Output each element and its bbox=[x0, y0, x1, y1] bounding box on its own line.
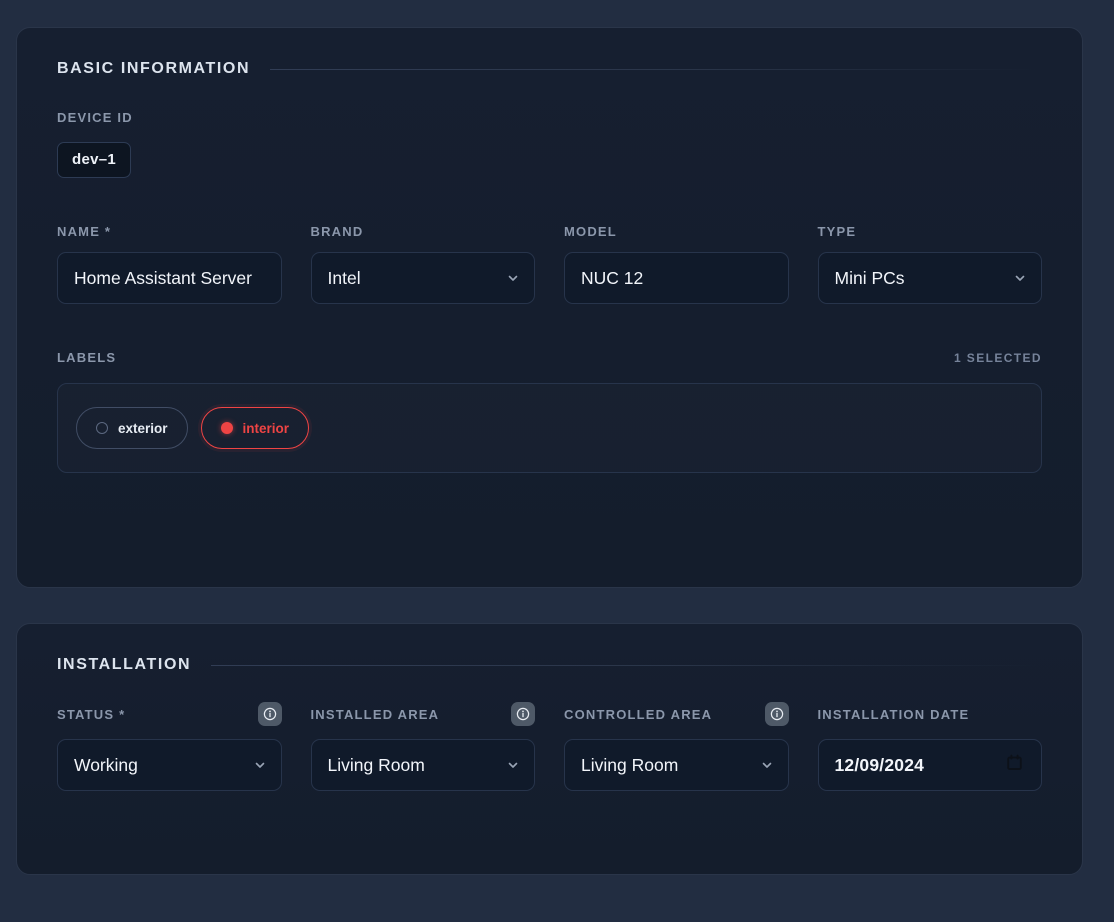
status-label: STATUS * bbox=[57, 707, 125, 722]
chevron-down-icon bbox=[254, 759, 266, 771]
label-chip-exterior[interactable]: exterior bbox=[76, 407, 188, 449]
brand-field-group: BRAND Intel bbox=[311, 224, 536, 304]
brand-select-value: Intel bbox=[328, 268, 361, 289]
label-chip-interior[interactable]: interior bbox=[201, 407, 310, 449]
device-id-badge: dev–1 bbox=[57, 142, 131, 178]
labels-label: LABELS bbox=[57, 350, 116, 365]
installation-date-value: 12/09/2024 bbox=[835, 755, 925, 776]
section-divider bbox=[270, 69, 1040, 70]
installation-date-label: INSTALLATION DATE bbox=[818, 707, 970, 722]
chevron-down-icon bbox=[507, 272, 519, 284]
section-title-basic-information: BASIC INFORMATION bbox=[57, 60, 250, 78]
controlled-area-label: CONTROLLED AREA bbox=[564, 707, 712, 722]
brand-label: BRAND bbox=[311, 224, 536, 239]
calendar-icon[interactable] bbox=[1006, 754, 1023, 776]
installed-area-select[interactable]: Living Room bbox=[311, 739, 536, 791]
name-field-group: NAME * bbox=[57, 224, 282, 304]
chevron-down-icon bbox=[507, 759, 519, 771]
chevron-down-icon bbox=[1014, 272, 1026, 284]
name-label: NAME * bbox=[57, 224, 282, 239]
model-field-group: MODEL bbox=[564, 224, 789, 304]
label-chip-text: interior bbox=[243, 421, 290, 436]
model-label: MODEL bbox=[564, 224, 789, 239]
radio-dot-icon bbox=[221, 422, 233, 434]
name-input[interactable] bbox=[57, 252, 282, 304]
type-field-group: TYPE Mini PCs bbox=[818, 224, 1043, 304]
status-select[interactable]: Working bbox=[57, 739, 282, 791]
installed-area-select-value: Living Room bbox=[328, 755, 425, 776]
controlled-area-label-row: CONTROLLED AREA bbox=[564, 702, 789, 726]
type-label: TYPE bbox=[818, 224, 1043, 239]
basic-information-card: BASIC INFORMATION DEVICE ID dev–1 NAME *… bbox=[16, 27, 1083, 588]
basic-information-header: BASIC INFORMATION bbox=[57, 60, 1042, 78]
controlled-area-field-group: CONTROLLED AREA Living Room bbox=[564, 702, 789, 791]
installation-header: INSTALLATION bbox=[57, 656, 1042, 674]
controlled-area-select[interactable]: Living Room bbox=[564, 739, 789, 791]
type-select[interactable]: Mini PCs bbox=[818, 252, 1043, 304]
status-select-value: Working bbox=[74, 755, 138, 776]
section-divider bbox=[211, 665, 1040, 666]
installation-date-label-row: INSTALLATION DATE bbox=[818, 702, 1043, 726]
controlled-area-select-value: Living Room bbox=[581, 755, 678, 776]
device-id-label: DEVICE ID bbox=[57, 110, 1042, 125]
labels-header-row: LABELS 1 SELECTED bbox=[57, 350, 1042, 365]
label-chip-text: exterior bbox=[118, 421, 168, 436]
radio-circle-icon bbox=[96, 422, 108, 434]
brand-select[interactable]: Intel bbox=[311, 252, 536, 304]
info-icon[interactable] bbox=[765, 702, 789, 726]
status-label-row: STATUS * bbox=[57, 702, 282, 726]
labels-container: exterior interior bbox=[57, 383, 1042, 473]
status-field-group: STATUS * Working bbox=[57, 702, 282, 791]
section-title-installation: INSTALLATION bbox=[57, 656, 191, 674]
installation-date-input[interactable]: 12/09/2024 bbox=[818, 739, 1043, 791]
chevron-down-icon bbox=[761, 759, 773, 771]
installation-fields-row: STATUS * Working INSTALLED AREA Livi bbox=[57, 702, 1042, 791]
info-icon[interactable] bbox=[511, 702, 535, 726]
labels-selected-count: 1 SELECTED bbox=[954, 351, 1042, 365]
type-select-value: Mini PCs bbox=[835, 268, 905, 289]
basic-fields-row: NAME * BRAND Intel MODEL TYPE Mini PCs bbox=[57, 224, 1042, 304]
installation-card: INSTALLATION STATUS * Working INSTALLED … bbox=[16, 623, 1083, 875]
installed-area-label: INSTALLED AREA bbox=[311, 707, 440, 722]
installed-area-field-group: INSTALLED AREA Living Room bbox=[311, 702, 536, 791]
model-input[interactable] bbox=[564, 252, 789, 304]
installation-date-field-group: INSTALLATION DATE 12/09/2024 bbox=[818, 702, 1043, 791]
installed-area-label-row: INSTALLED AREA bbox=[311, 702, 536, 726]
info-icon[interactable] bbox=[258, 702, 282, 726]
